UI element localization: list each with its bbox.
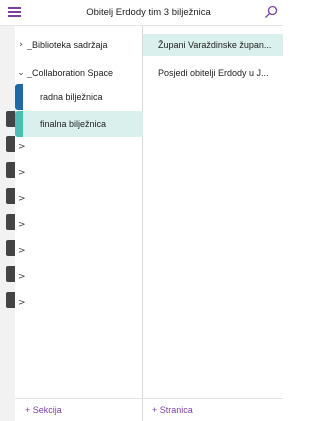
sections-panel: › _Biblioteka sadržaja ⌄ _Collaboration …	[15, 26, 143, 421]
search-icon[interactable]	[264, 5, 278, 19]
page-title: Posjedi obitelji Erdody u J...	[158, 68, 269, 78]
section-color-tab	[15, 84, 23, 110]
collapsed-section-row[interactable]: >	[15, 292, 143, 314]
strip-tab[interactable]	[6, 214, 15, 230]
strip-tab[interactable]	[6, 292, 15, 308]
strip-tab[interactable]	[6, 162, 15, 178]
hamburger-icon[interactable]	[8, 7, 21, 17]
section-group-label: _Biblioteka sadržaja	[27, 40, 108, 50]
collapsed-section-row[interactable]: >	[15, 188, 143, 210]
top-bar: Obitelj Erdody tim 3 bilježnica	[0, 0, 283, 26]
strip-tab[interactable]	[6, 136, 15, 152]
page-item[interactable]: Župani Varaždinske župan...	[143, 34, 283, 56]
divider	[15, 398, 283, 399]
add-page-button[interactable]: + Stranica	[152, 405, 193, 415]
pages-panel: Župani Varaždinske župan... Posjedi obit…	[143, 26, 283, 421]
collapsed-section-row[interactable]: >	[15, 214, 143, 236]
section-finalna-biljeznica[interactable]: finalna bilježnica	[15, 111, 143, 137]
section-label: finalna bilježnica	[40, 119, 107, 129]
chevron-right-icon[interactable]: >	[15, 298, 26, 308]
section-radna-biljeznica[interactable]: radna bilježnica	[15, 84, 143, 110]
section-group-biblioteka[interactable]: › _Biblioteka sadržaja	[15, 34, 143, 56]
collapsed-section-row[interactable]: >	[15, 162, 143, 184]
section-color-tab	[15, 111, 23, 137]
section-label: radna bilježnica	[40, 92, 103, 102]
strip-tab[interactable]	[6, 266, 15, 282]
collapsed-section-row[interactable]: >	[15, 136, 143, 158]
collapsed-section-row[interactable]: >	[15, 240, 143, 262]
section-group-label: _Collaboration Space	[27, 68, 114, 78]
chevron-down-icon[interactable]: ⌄	[15, 68, 27, 78]
page-item[interactable]: Posjedi obitelji Erdody u J...	[143, 62, 283, 84]
notebook-strip	[0, 26, 15, 421]
chevron-right-icon[interactable]: ›	[15, 40, 27, 50]
chevron-right-icon[interactable]: >	[15, 194, 26, 204]
add-section-button[interactable]: + Sekcija	[25, 405, 62, 415]
strip-tab[interactable]	[6, 188, 15, 204]
strip-tab[interactable]	[6, 111, 15, 127]
strip-tab[interactable]	[6, 240, 15, 256]
page-title: Župani Varaždinske župan...	[158, 40, 272, 50]
chevron-right-icon[interactable]: >	[15, 168, 26, 178]
section-group-collaboration-space[interactable]: ⌄ _Collaboration Space	[15, 62, 143, 84]
chevron-right-icon[interactable]: >	[15, 246, 26, 256]
chevron-right-icon[interactable]: >	[15, 142, 26, 152]
chevron-right-icon[interactable]: >	[15, 272, 26, 282]
notebook-title: Obitelj Erdody tim 3 bilježnica	[86, 7, 211, 18]
collapsed-section-row[interactable]: >	[15, 266, 143, 288]
chevron-right-icon[interactable]: >	[15, 220, 26, 230]
